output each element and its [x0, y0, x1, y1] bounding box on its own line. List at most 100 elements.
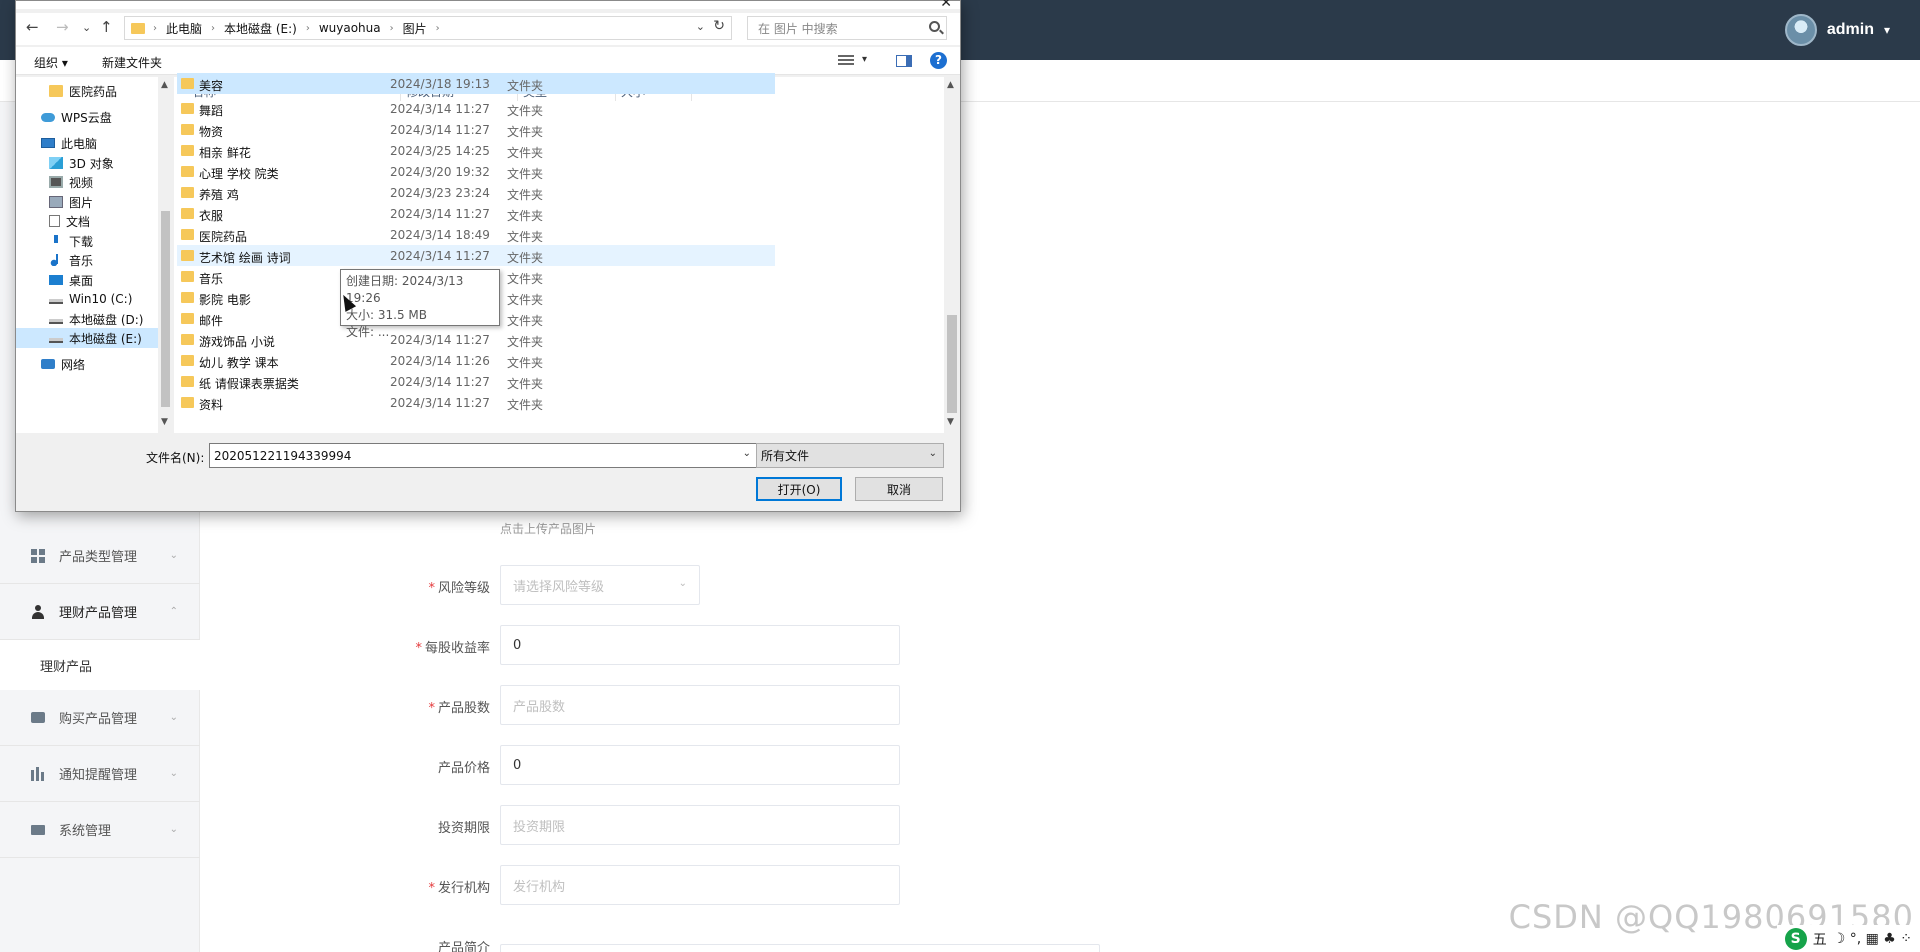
- back-arrow-icon[interactable]: ←: [26, 18, 39, 36]
- cancel-button[interactable]: 取消: [855, 477, 943, 501]
- user-menu[interactable]: admin ▾: [1784, 12, 1890, 48]
- breadcrumb-item[interactable]: wuyaohua: [319, 21, 381, 35]
- sidebar-item-label: 通知提醒管理: [59, 768, 138, 783]
- search-icon[interactable]: [929, 21, 940, 32]
- nav-item-music[interactable]: 音乐: [49, 250, 93, 270]
- sidebar-item-product-types[interactable]: 产品类型管理 ⌄: [0, 528, 200, 584]
- forward-arrow-icon[interactable]: →: [56, 18, 69, 36]
- file-name: 影院 电影: [199, 293, 251, 307]
- shares-input[interactable]: 产品股数: [500, 685, 900, 725]
- upload-hint[interactable]: 点击上传产品图片: [500, 520, 596, 537]
- file-row[interactable]: 物资 2024/3/14 11:27 文件夹: [177, 119, 775, 140]
- help-icon[interactable]: ?: [930, 52, 947, 69]
- new-folder-button[interactable]: 新建文件夹: [102, 54, 162, 71]
- address-bar[interactable]: › 此电脑 › 本地磁盘 (E:) › wuyaohua › 图片 › ⌄ ↻: [124, 16, 732, 40]
- recent-locations-icon[interactable]: ⌄: [82, 21, 91, 34]
- desktop-icon: [49, 275, 63, 285]
- chevron-down-icon[interactable]: ▾: [862, 54, 867, 65]
- yield-input[interactable]: 0: [500, 625, 900, 665]
- file-row[interactable]: 医院药品 2024/3/14 18:49 文件夹: [177, 224, 775, 245]
- sidebar-item-purchases[interactable]: 购买产品管理 ⌄: [0, 690, 200, 746]
- price-label: 产品价格: [437, 761, 490, 776]
- file-row[interactable]: 养殖 鸡 2024/3/23 23:24 文件夹: [177, 182, 775, 203]
- pictures-icon: [49, 196, 63, 208]
- file-row[interactable]: 相亲 鲜花 2024/3/25 14:25 文件夹: [177, 140, 775, 161]
- tooltip-created: 创建日期: 2024/3/13 19:26: [346, 274, 464, 305]
- risk-level-select[interactable]: 请选择风险等级 ⌄: [500, 565, 700, 605]
- chevron-down-icon[interactable]: ⌄: [696, 20, 705, 33]
- chevron-down-icon[interactable]: ⌄: [743, 448, 751, 459]
- file-row[interactable]: 幼儿 教学 课本 2024/3/14 11:26 文件夹: [177, 350, 775, 371]
- term-label: 投资期限: [437, 821, 490, 836]
- up-arrow-icon[interactable]: ↑: [100, 18, 113, 36]
- preview-pane-icon[interactable]: [896, 55, 912, 67]
- file-row[interactable]: 美容 2024/3/18 19:13 文件夹: [177, 73, 775, 94]
- folder-icon: [181, 103, 194, 114]
- file-row[interactable]: 纸 请假课表票据类 2024/3/14 11:27 文件夹: [177, 371, 775, 392]
- file-name: 心理 学校 院类: [199, 167, 279, 181]
- nav-item-drive-d[interactable]: 本地磁盘 (D:): [49, 309, 143, 329]
- breadcrumb-item[interactable]: 此电脑: [166, 20, 202, 37]
- term-input[interactable]: 投资期限: [500, 805, 900, 845]
- ime-mode[interactable]: 五: [1813, 929, 1827, 949]
- file-name: 邮件: [199, 314, 224, 328]
- breadcrumb-item[interactable]: 本地磁盘 (E:): [224, 20, 297, 37]
- nav-item-drive-e[interactable]: 本地磁盘 (E:): [16, 328, 158, 348]
- nav-item-3d[interactable]: 3D 对象: [49, 153, 114, 173]
- video-icon: [49, 176, 63, 188]
- file-row[interactable]: 资料 2024/3/14 11:27 文件夹: [177, 392, 775, 413]
- sidebar-item-wealth-products[interactable]: 理财产品管理 ⌃: [0, 584, 200, 640]
- file-date: 2024/3/14 11:27: [390, 396, 490, 410]
- view-options-icon[interactable]: [838, 55, 854, 66]
- sidebar-item-system[interactable]: 系统管理 ⌄: [0, 802, 200, 858]
- nav-item-network[interactable]: 网络: [41, 354, 85, 374]
- organize-button[interactable]: 组织 ▾: [34, 54, 68, 71]
- file-type: 文件夹: [507, 209, 544, 223]
- file-type: 文件夹: [507, 125, 544, 139]
- grid-icon: [31, 548, 45, 563]
- refresh-icon[interactable]: ↻: [713, 18, 725, 34]
- music-icon: [49, 254, 63, 266]
- file-row[interactable]: 心理 学校 院类 2024/3/20 19:32 文件夹: [177, 161, 775, 182]
- price-input[interactable]: 0: [500, 745, 900, 785]
- file-scrollbar-thumb[interactable]: [947, 315, 957, 413]
- file-date: 2024/3/14 18:49: [390, 228, 490, 242]
- folder-tooltip: 创建日期: 2024/3/13 19:26 大小: 31.5 MB 文件: ..…: [340, 269, 500, 339]
- nav-item-pictures[interactable]: 图片: [49, 192, 93, 212]
- sidebar-item-notifications[interactable]: 通知提醒管理 ⌄: [0, 746, 200, 802]
- file-name: 美容: [199, 79, 224, 93]
- scroll-down-icon[interactable]: ▼: [161, 417, 168, 427]
- nav-item-this-pc[interactable]: 此电脑: [41, 133, 97, 153]
- scroll-up-icon[interactable]: ▲: [161, 80, 168, 90]
- nav-item-desktop[interactable]: 桌面: [49, 270, 93, 290]
- chevron-down-icon: ⌄: [169, 824, 178, 835]
- nav-item-documents[interactable]: 文档: [49, 211, 90, 231]
- risk-level-label: * 风险等级: [428, 581, 490, 596]
- scroll-down-icon[interactable]: ▼: [947, 417, 954, 427]
- nav-item-downloads[interactable]: 下载: [49, 231, 93, 251]
- issuer-input[interactable]: 发行机构: [500, 865, 900, 905]
- nav-item-wps-cloud[interactable]: WPS云盘: [41, 107, 112, 127]
- nav-item-hospital[interactable]: 医院药品: [49, 81, 117, 101]
- bar-chart-icon: [31, 766, 45, 781]
- file-row[interactable]: 艺术馆 绘画 诗词 2024/3/14 11:27 文件夹: [177, 245, 775, 266]
- scroll-up-icon[interactable]: ▲: [947, 80, 954, 90]
- close-icon[interactable]: ✕: [940, 0, 952, 11]
- sogou-icon[interactable]: S: [1784, 927, 1807, 950]
- download-icon: [49, 235, 63, 247]
- sidebar-subitem-wealth-product[interactable]: 理财产品: [0, 640, 200, 690]
- file-row[interactable]: 衣服 2024/3/14 11:27 文件夹: [177, 203, 775, 224]
- search-input[interactable]: 在 图片 中搜索: [747, 16, 947, 40]
- filename-input[interactable]: 202051221194339994 ⌄: [209, 443, 758, 468]
- file-row[interactable]: 舞蹈 2024/3/14 11:27 文件夹: [177, 98, 775, 119]
- file-name: 医院药品: [199, 230, 248, 244]
- filetype-select[interactable]: 所有文件 ⌄: [756, 443, 944, 468]
- intro-textarea[interactable]: [500, 944, 1100, 952]
- nav-scrollbar-thumb[interactable]: [161, 211, 170, 407]
- tray-icons[interactable]: ☽ °, ▦ ♣ ⁘: [1833, 931, 1912, 947]
- breadcrumb-item[interactable]: 图片: [403, 20, 427, 37]
- nav-item-drive-c[interactable]: Win10 (C:): [49, 289, 132, 309]
- open-button[interactable]: 打开(O): [756, 477, 842, 501]
- nav-item-videos[interactable]: 视频: [49, 172, 93, 192]
- chevron-down-icon[interactable]: ⌄: [929, 448, 937, 459]
